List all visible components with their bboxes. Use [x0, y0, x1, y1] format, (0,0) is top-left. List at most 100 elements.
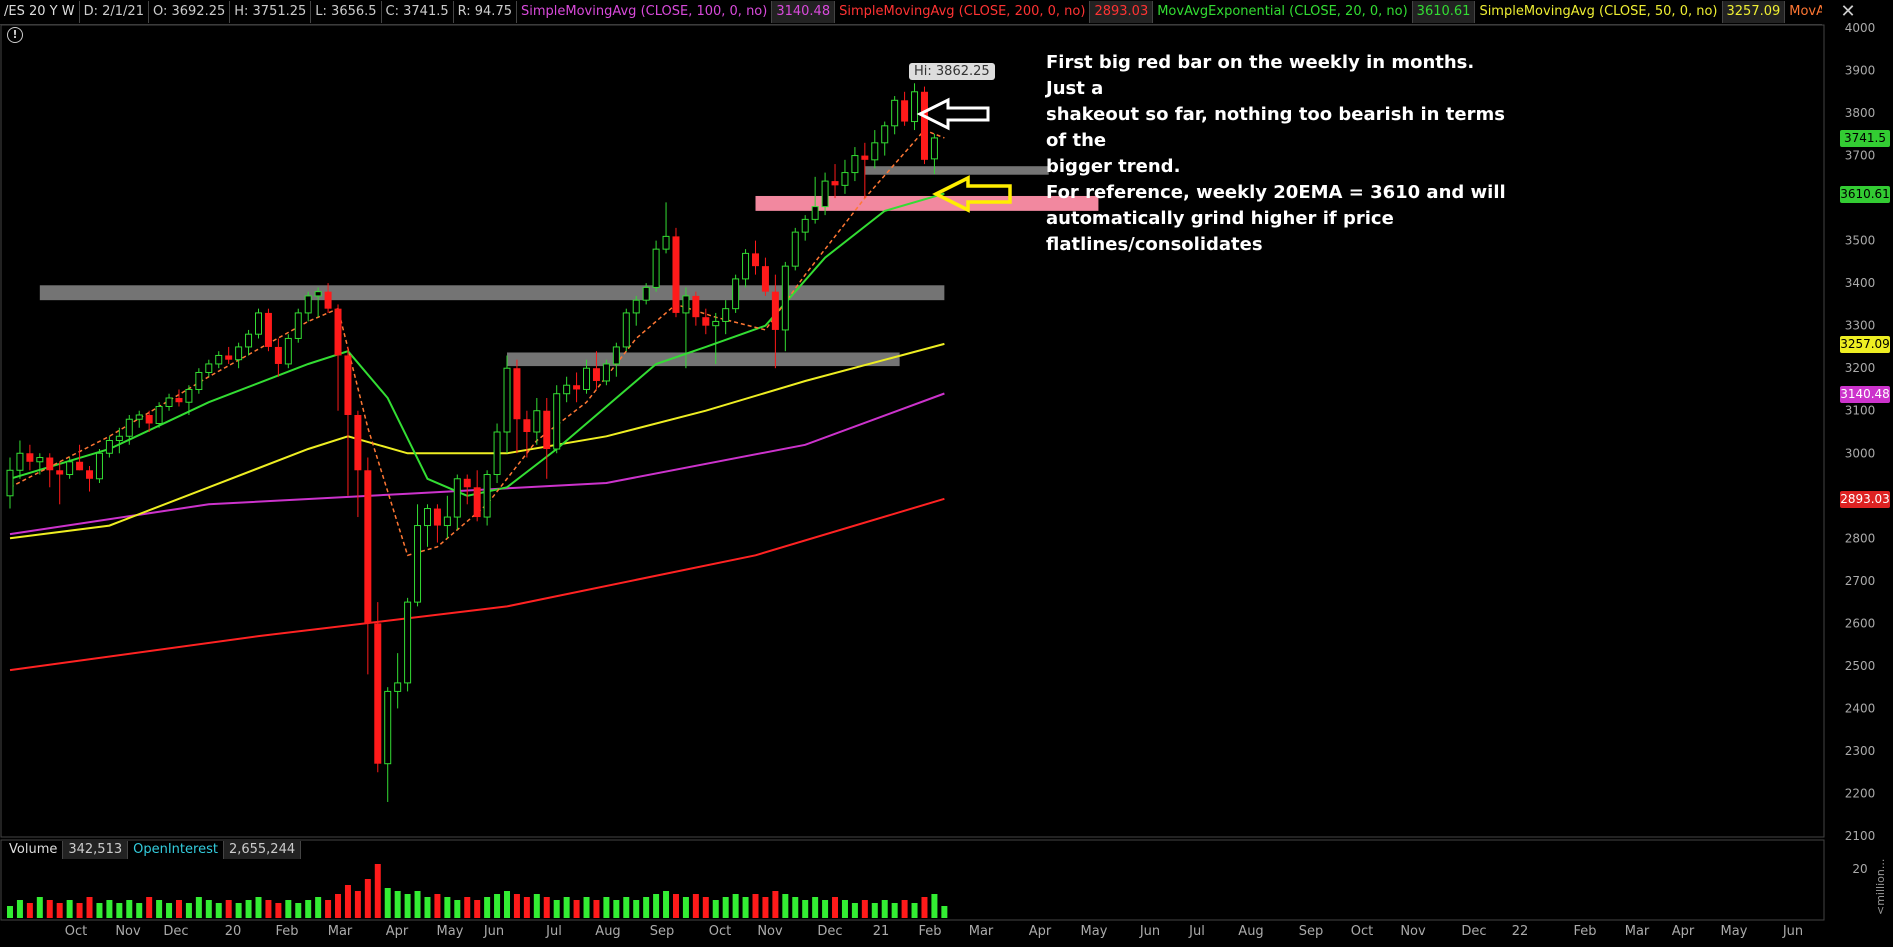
- candle-body: [344, 355, 352, 415]
- x-axis-tick-label: Jul: [1188, 924, 1205, 939]
- volume-bar: [126, 900, 133, 918]
- candle-body: [533, 410, 541, 433]
- y-axis-tick-label: 3700: [1845, 149, 1876, 163]
- volume-bar: [364, 879, 371, 918]
- volume-bar: [782, 894, 789, 918]
- volume-bar: [175, 900, 182, 918]
- volume-bar: [623, 897, 630, 918]
- candle-body: [573, 385, 581, 390]
- volume-bar: [931, 894, 938, 918]
- moving-average-line: [9, 192, 945, 497]
- x-axis-tick-label: Mar: [328, 924, 353, 939]
- candle-body: [821, 180, 829, 208]
- candle-body: [851, 155, 859, 174]
- high-price-label: Hi: 3862.25: [909, 63, 995, 80]
- y-axis-tick-label: 3000: [1845, 446, 1876, 460]
- volume-bar: [96, 903, 103, 918]
- volume-bar: [861, 900, 868, 918]
- candle-body: [294, 312, 302, 339]
- volume-bar: [563, 897, 570, 918]
- volume-axis-tick: 20: [1852, 862, 1867, 876]
- volume-bar: [185, 903, 192, 918]
- volume-bar: [702, 897, 709, 918]
- x-axis-tick-label: May: [1721, 924, 1748, 939]
- volume-bar: [225, 900, 232, 918]
- x-axis-tick-label: Oct: [709, 924, 731, 939]
- candle-body: [771, 291, 779, 330]
- x-axis-tick-label: Oct: [65, 924, 87, 939]
- volume-value: 342,513: [63, 841, 129, 859]
- x-axis-tick-label: Nov: [1400, 924, 1426, 939]
- volume-bar: [484, 897, 491, 918]
- volume-bar: [504, 891, 510, 918]
- volume-bar: [822, 900, 829, 918]
- volume-bar: [812, 897, 819, 918]
- candle-body: [394, 682, 402, 692]
- candle-body: [493, 431, 501, 476]
- candle-body: [732, 278, 740, 310]
- y-axis-tick-label: 3800: [1845, 106, 1876, 120]
- y-axis-tick-label: 4000: [1845, 21, 1876, 35]
- volume-bar: [633, 900, 640, 918]
- price-badge: 3741.5: [1840, 129, 1890, 147]
- price-panel-border: [0, 24, 1825, 838]
- y-axis-tick-label: 2300: [1845, 744, 1876, 758]
- volume-bar: [841, 900, 848, 918]
- candle-body: [334, 308, 342, 356]
- volume-bar: [434, 894, 441, 918]
- volume-bar: [792, 897, 799, 918]
- candle-body: [503, 367, 511, 433]
- candle-body: [6, 469, 14, 497]
- candle-body: [622, 312, 630, 348]
- volume-bar: [494, 894, 501, 918]
- candle-body: [592, 368, 600, 381]
- volume-bar: [36, 897, 43, 918]
- volume-bar: [354, 891, 361, 918]
- candle-body: [920, 91, 928, 160]
- candle-body: [692, 295, 700, 318]
- candle-body: [632, 299, 640, 314]
- x-axis-tick-label: Dec: [817, 924, 842, 939]
- volume-bar: [474, 900, 481, 918]
- candle-body: [901, 100, 909, 122]
- volume-bar: [802, 900, 809, 918]
- x-axis-tick-label: Sep: [650, 924, 675, 939]
- volume-bar: [464, 897, 471, 918]
- x-axis-tick-label: Feb: [275, 924, 298, 939]
- candle-body: [911, 91, 919, 123]
- candle-body: [801, 218, 809, 233]
- annotation-line: First big red bar on the weekly in month…: [1046, 52, 1481, 99]
- candle-body: [264, 312, 272, 347]
- candle-body: [304, 295, 312, 314]
- candle-body: [523, 419, 531, 432]
- price-badge: 2893.03: [1840, 490, 1890, 508]
- x-axis-tick-label: May: [437, 924, 464, 939]
- x-axis-tick-label: Oct: [1351, 924, 1373, 939]
- volume-bar: [215, 903, 222, 918]
- support-resistance-zone: [39, 285, 945, 301]
- volume-bar: [533, 894, 540, 918]
- volume-bar: [106, 900, 113, 918]
- price-chart[interactable]: 2100220023002400250026002700280029003000…: [0, 0, 1893, 947]
- volume-bar: [424, 897, 431, 918]
- candle-body: [752, 253, 759, 267]
- price-badge: 3257.09: [1840, 335, 1890, 353]
- candle-body: [702, 317, 710, 326]
- volume-bar: [543, 897, 550, 918]
- candle-body: [284, 337, 292, 365]
- candle-body: [384, 690, 392, 765]
- candle-body: [175, 397, 183, 403]
- y-axis-tick-label: 2800: [1845, 531, 1876, 545]
- volume-bar: [315, 897, 322, 918]
- volume-bar: [613, 900, 620, 918]
- annotation-line: flatlines/consolidates: [1046, 234, 1263, 255]
- x-axis-tick-label: Apr: [1029, 924, 1052, 939]
- x-axis-tick-label: 21: [873, 924, 890, 939]
- volume-bar: [146, 897, 153, 918]
- candle-body: [165, 397, 173, 407]
- volume-bar: [444, 897, 451, 918]
- volume-bar: [66, 900, 73, 918]
- x-axis-tick-label: Feb: [1573, 924, 1596, 939]
- volume-bar: [454, 900, 461, 918]
- volume-bar: [265, 900, 272, 918]
